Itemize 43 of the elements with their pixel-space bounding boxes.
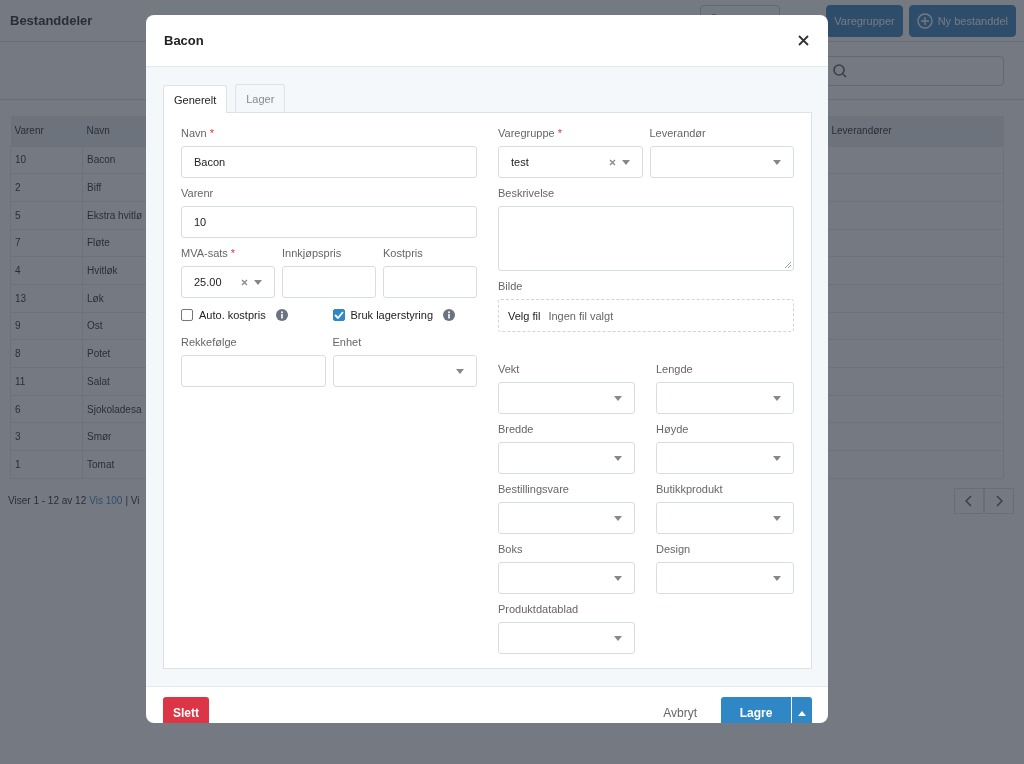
select-field[interactable]: 25.00 (181, 266, 275, 298)
field-label: Leverandør (649, 127, 707, 141)
pager-summary: Viser 1 - 12 av 12 (8, 495, 87, 507)
table-cell: 8 (10, 339, 83, 368)
table-cell: 1 (10, 450, 83, 479)
field-label: Beskrivelse (498, 187, 556, 201)
field-label: Boks (498, 543, 524, 557)
table-cell: 13 (10, 284, 83, 313)
table-cell: 3 (10, 422, 83, 451)
field-label: Produktdatablad (498, 603, 580, 617)
dialog-title: Bacon (164, 33, 204, 48)
select-field[interactable]: test (498, 146, 643, 178)
field-label: Varenr (181, 187, 215, 201)
pager-text: | Vi (125, 495, 140, 507)
table-cell: 10 (10, 146, 83, 174)
required-mark: * (230, 247, 236, 259)
field-label: Navn * (181, 127, 215, 141)
file-field[interactable]: Velg fil Ingen fil valgt (498, 299, 794, 332)
field-label: Bestillingsvare (498, 483, 570, 497)
table-cell: 7 (10, 229, 83, 257)
field-label: Bredde (498, 423, 535, 437)
text-field[interactable]: 10 (181, 206, 477, 238)
required-mark: * (209, 127, 214, 139)
tab[interactable]: Generelt (163, 85, 228, 113)
page-title: Bestanddeler (10, 13, 93, 28)
field-label: Høyde (656, 423, 690, 437)
table-cell: 5 (10, 201, 83, 230)
cancel-button[interactable]: Avbryt (657, 705, 703, 721)
table-cell: 4 (10, 256, 83, 285)
table-cell: 9 (10, 312, 83, 340)
table-cell: 2 (10, 173, 83, 202)
field-label: Butikkprodukt (656, 483, 724, 497)
field-label: Varegruppe * (498, 127, 563, 141)
delete-button[interactable]: Slett (163, 697, 209, 723)
table-cell: 11 (10, 367, 83, 396)
field-label: Design (656, 543, 692, 557)
column-header: Varenr (10, 116, 83, 146)
text-field[interactable]: Bacon (181, 146, 477, 178)
table-cell: 6 (10, 395, 83, 423)
required-mark: * (557, 127, 562, 139)
save-button[interactable]: Lagre (721, 697, 791, 723)
column-header: Leverandører (827, 116, 1004, 146)
tab[interactable]: Lager (235, 84, 286, 112)
